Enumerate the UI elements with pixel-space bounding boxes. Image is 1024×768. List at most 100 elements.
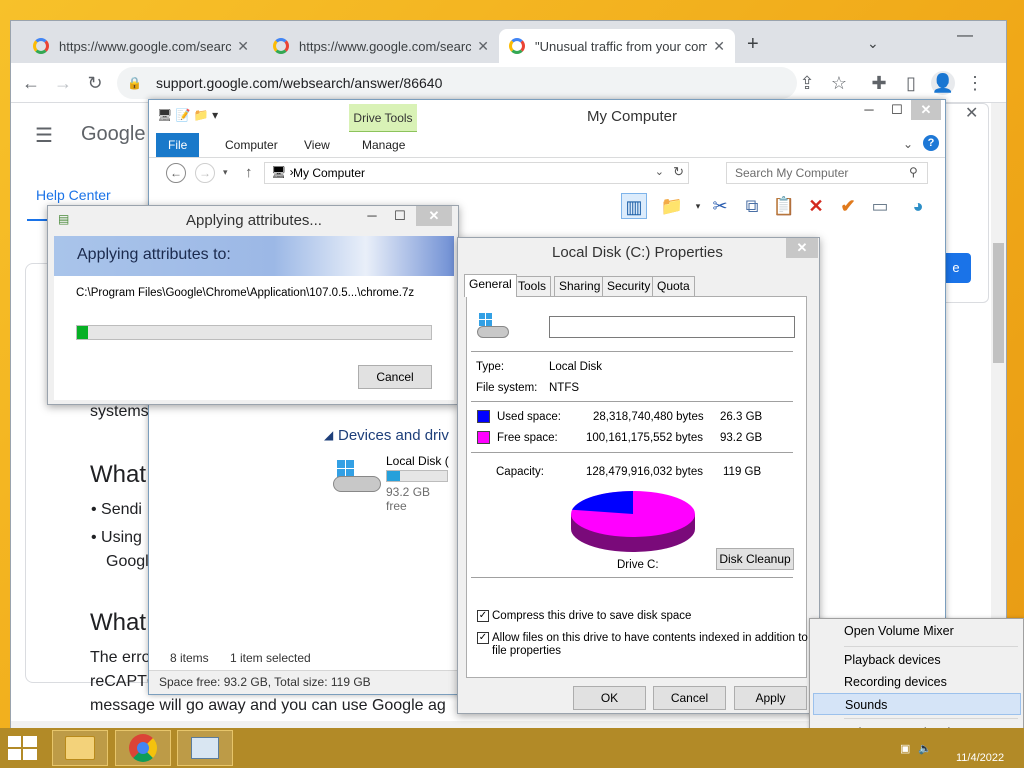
local-disk-item[interactable]: Local Disk ( 93.2 GB free [331, 452, 451, 513]
cut-icon[interactable]: ✂ [707, 193, 733, 219]
network-icon[interactable]: ▣ [900, 742, 910, 755]
monitor-taskbar-icon[interactable] [177, 730, 233, 766]
shell-icon[interactable]: ◕ [905, 193, 931, 219]
close-popup-icon[interactable]: ✕ [965, 103, 978, 123]
rename-icon[interactable]: ▭ [867, 193, 893, 219]
compress-checkbox[interactable]: ✓ [477, 610, 489, 622]
tab-search-icon[interactable]: ⌄ [867, 35, 879, 52]
properties-dialog: Local Disk (C:) Properties ✕ General Too… [457, 237, 820, 714]
chrome-taskbar-icon[interactable] [115, 730, 171, 766]
article-text: message will go away and you can use Goo… [90, 697, 446, 714]
close-icon[interactable]: ✕ [911, 100, 941, 120]
free-space-swatch [477, 431, 490, 444]
hamburger-menu-icon[interactable]: ☰ [35, 123, 53, 148]
preview-pane-icon[interactable]: ▥ [621, 193, 647, 219]
tab-sharing[interactable]: Sharing [554, 276, 606, 296]
menu-kebab-icon[interactable]: ⋮ [963, 71, 987, 95]
explorer-titlebar[interactable]: 🖥 📝 📁 ▾ Drive Tools My Computer ─ ☐ ✕ [149, 100, 945, 132]
profile-icon[interactable]: 👤 [931, 71, 955, 95]
general-panel: Type: Local Disk File system: NTFS Used … [466, 296, 808, 678]
tab-computer[interactable]: Computer [213, 133, 290, 157]
close-tab-icon[interactable]: ✕ [237, 38, 249, 55]
index-checkbox[interactable]: ✓ [477, 632, 489, 644]
side-panel-icon[interactable]: ▯ [899, 71, 923, 95]
properties-folder-icon[interactable]: 📁 [659, 193, 685, 219]
refresh-icon[interactable]: ↻ [673, 164, 684, 180]
cancel-button[interactable]: Cancel [358, 365, 432, 389]
cancel-button[interactable]: Cancel [653, 686, 726, 710]
check-icon[interactable]: ✔ [835, 193, 861, 219]
tab-view[interactable]: View [292, 133, 342, 157]
apply-button[interactable]: Apply [734, 686, 807, 710]
taskbar-date[interactable]: 11/4/2022 [956, 752, 1004, 764]
share-icon[interactable]: ⇪ [795, 71, 819, 95]
tab-manage[interactable]: Manage [350, 133, 417, 157]
forward-icon[interactable]: → [195, 163, 215, 183]
close-tab-icon[interactable]: ✕ [477, 38, 489, 55]
forward-icon[interactable]: → [51, 71, 75, 95]
address-bar[interactable]: 🔒 support.google.com/websearch/answer/86… [117, 67, 797, 99]
bullet-item: • Using [91, 529, 142, 546]
ribbon-expand-icon[interactable]: ⌄ [903, 137, 913, 151]
menu-separator [844, 646, 1018, 647]
disk-usage-pie [571, 491, 695, 552]
lock-icon: 🔒 [127, 76, 142, 90]
items-count: 8 items [170, 651, 209, 665]
menu-item-sounds[interactable]: Sounds [813, 693, 1021, 715]
delete-icon[interactable]: ✕ [803, 193, 829, 219]
search-input[interactable]: Search My Computer [726, 162, 928, 184]
disk-cleanup-button[interactable]: Disk Cleanup [716, 548, 794, 570]
browser-tab-3[interactable]: "Unusual traffic from your compu ✕ [499, 29, 735, 63]
collapse-arrow-icon[interactable]: ◢ [324, 428, 333, 442]
up-icon[interactable]: ↑ [245, 164, 253, 181]
type-value: Local Disk [549, 361, 603, 373]
maximize-icon[interactable]: ☐ [883, 100, 911, 120]
browser-tab-2[interactable]: https://www.google.com/search? ✕ [263, 29, 499, 63]
index-label: Allow files on this drive to have conten… [492, 632, 808, 644]
capacity-gb: 119 GB [723, 466, 762, 478]
volume-icon[interactable]: 🔈 [918, 742, 932, 755]
paste-icon[interactable]: 📋 [771, 193, 797, 219]
minimize-icon[interactable]: ─ [855, 100, 883, 120]
menu-item-playback-devices[interactable]: Playback devices [813, 649, 1021, 671]
drive-usage-bar [386, 470, 448, 482]
extensions-icon[interactable]: ✚ [867, 71, 891, 95]
reload-icon[interactable]: ↻ [83, 71, 107, 95]
back-icon[interactable]: ← [19, 71, 43, 95]
copy-icon[interactable]: ⧉ [739, 193, 765, 219]
help-center-link[interactable]: Help Center [36, 187, 111, 203]
article-text: systems [90, 403, 149, 420]
minimize-icon[interactable]: ─ [358, 206, 386, 226]
new-tab-icon[interactable]: + [747, 33, 759, 56]
used-label: Used space: [497, 411, 561, 423]
menu-item-recording-devices[interactable]: Recording devices [813, 671, 1021, 693]
windows-start-icon[interactable] [8, 736, 38, 760]
tab-title: https://www.google.com/search? [59, 38, 232, 54]
tab-file[interactable]: File [156, 133, 200, 157]
devices-header[interactable]: Devices and driv [338, 427, 449, 444]
tab-general[interactable]: General [464, 274, 517, 297]
recent-locations-icon[interactable]: ▾ [223, 167, 228, 178]
ok-button[interactable]: OK [573, 686, 646, 710]
quick-access-icons[interactable]: 🖥 📝 📁 ▾ [157, 108, 218, 122]
address-dropdown-icon[interactable]: ⌄ [655, 165, 664, 178]
tab-quota[interactable]: Quota [652, 276, 695, 296]
file-explorer-taskbar-icon[interactable] [52, 730, 108, 766]
browser-tab-1[interactable]: https://www.google.com/search? ✕ [23, 29, 259, 63]
back-icon[interactable]: ← [166, 163, 186, 183]
close-icon[interactable]: ✕ [416, 206, 452, 226]
drive-name-input[interactable] [549, 316, 795, 338]
used-space-swatch [477, 410, 490, 423]
close-icon[interactable]: ✕ [786, 238, 818, 258]
address-bar[interactable]: 🖥 › My Computer ⌄ ↻ [264, 162, 689, 184]
maximize-icon[interactable]: ☐ [386, 206, 414, 226]
bookmark-star-icon[interactable]: ☆ [827, 71, 851, 95]
close-tab-icon[interactable]: ✕ [713, 38, 725, 55]
tab-security[interactable]: Security [602, 276, 656, 296]
google-logo[interactable]: Google [81, 123, 146, 146]
minimize-icon[interactable]: — [957, 27, 973, 45]
free-bytes: 100,161,175,552 bytes [586, 432, 704, 444]
help-icon[interactable]: ? [923, 135, 939, 151]
tab-tools[interactable]: Tools [513, 276, 552, 296]
menu-item-open-volume-mixer[interactable]: Open Volume Mixer [813, 620, 1021, 642]
